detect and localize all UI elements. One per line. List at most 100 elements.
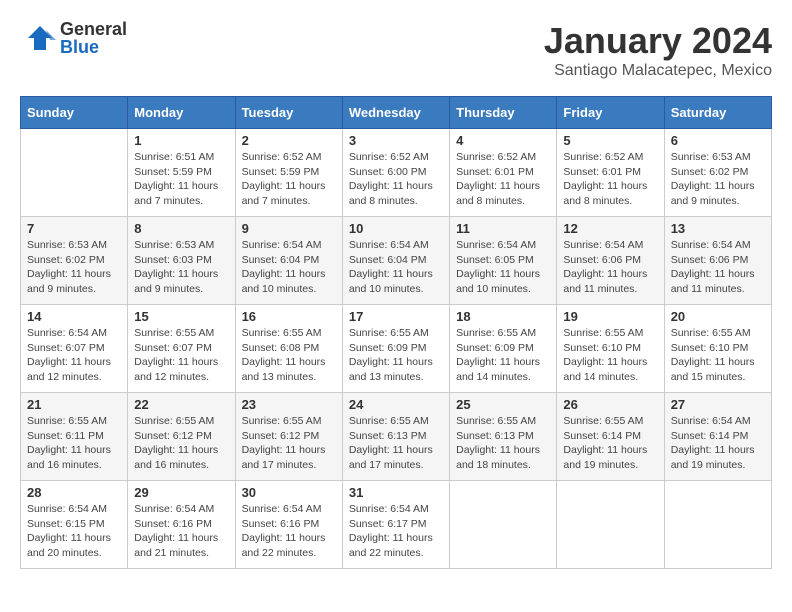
- day-info: Sunrise: 6:55 AM Sunset: 6:08 PM Dayligh…: [242, 326, 336, 385]
- day-number: 6: [671, 133, 765, 148]
- calendar-cell: 25Sunrise: 6:55 AM Sunset: 6:13 PM Dayli…: [450, 393, 557, 481]
- day-info: Sunrise: 6:52 AM Sunset: 5:59 PM Dayligh…: [242, 150, 336, 209]
- day-info: Sunrise: 6:52 AM Sunset: 6:00 PM Dayligh…: [349, 150, 443, 209]
- day-info: Sunrise: 6:55 AM Sunset: 6:07 PM Dayligh…: [134, 326, 228, 385]
- day-info: Sunrise: 6:55 AM Sunset: 6:14 PM Dayligh…: [563, 414, 657, 473]
- day-info: Sunrise: 6:55 AM Sunset: 6:13 PM Dayligh…: [456, 414, 550, 473]
- day-info: Sunrise: 6:54 AM Sunset: 6:14 PM Dayligh…: [671, 414, 765, 473]
- day-info: Sunrise: 6:54 AM Sunset: 6:17 PM Dayligh…: [349, 502, 443, 561]
- calendar-cell: 15 Sunrise: 6:55 AM Sunset: 6:07 PM Dayli…: [128, 305, 235, 393]
- day-number: 30: [242, 485, 336, 500]
- calendar-cell: 7 Sunrise: 6:53 AM Sunset: 6:02 PM Daylig…: [21, 217, 128, 305]
- header-row: SundayMondayTuesdayWednesdayThursdayFrid…: [21, 97, 772, 129]
- day-number: 13: [671, 221, 765, 236]
- day-number: 7: [27, 221, 121, 236]
- header: General Blue January 2024 Santiago Malac…: [20, 20, 772, 80]
- calendar-cell: 11 Sunrise: 6:54 AM Sunset: 6:05 PM Dayli…: [450, 217, 557, 305]
- header-cell-tuesday: Tuesday: [235, 97, 342, 129]
- header-cell-monday: Monday: [128, 97, 235, 129]
- calendar-cell: 31Sunrise: 6:54 AM Sunset: 6:17 PM Dayli…: [342, 481, 449, 569]
- day-number: 10: [349, 221, 443, 236]
- calendar-week-2: 7 Sunrise: 6:53 AM Sunset: 6:02 PM Daylig…: [21, 217, 772, 305]
- day-info: Sunrise: 6:52 AM Sunset: 6:01 PM Dayligh…: [456, 150, 550, 209]
- day-info: Sunrise: 6:54 AM Sunset: 6:16 PM Dayligh…: [242, 502, 336, 561]
- calendar-cell: [557, 481, 664, 569]
- day-number: 28: [27, 485, 121, 500]
- calendar-week-4: 21 Sunrise: 6:55 AM Sunset: 6:11 PM Dayli…: [21, 393, 772, 481]
- day-number: 12: [563, 221, 657, 236]
- calendar-cell: 19Sunrise: 6:55 AM Sunset: 6:10 PM Dayli…: [557, 305, 664, 393]
- day-info: Sunrise: 6:55 AM Sunset: 6:12 PM Dayligh…: [242, 414, 336, 473]
- calendar-cell: 18 Sunrise: 6:55 AM Sunset: 6:09 PM Dayli…: [450, 305, 557, 393]
- day-number: 1: [134, 133, 228, 148]
- title-area: January 2024 Santiago Malacatepec, Mexic…: [544, 20, 772, 80]
- logo-blue-text: Blue: [60, 38, 127, 56]
- day-info: Sunrise: 6:51 AM Sunset: 5:59 PM Dayligh…: [134, 150, 228, 209]
- calendar-cell: 30 Sunrise: 6:54 AM Sunset: 6:16 PM Dayli…: [235, 481, 342, 569]
- day-info: Sunrise: 6:53 AM Sunset: 6:03 PM Dayligh…: [134, 238, 228, 297]
- day-number: 29: [134, 485, 228, 500]
- calendar-week-5: 28Sunrise: 6:54 AM Sunset: 6:15 PM Dayli…: [21, 481, 772, 569]
- day-number: 22: [134, 397, 228, 412]
- header-cell-thursday: Thursday: [450, 97, 557, 129]
- calendar-cell: 14Sunrise: 6:54 AM Sunset: 6:07 PM Dayli…: [21, 305, 128, 393]
- day-info: Sunrise: 6:54 AM Sunset: 6:16 PM Dayligh…: [134, 502, 228, 561]
- calendar-cell: 5 Sunrise: 6:52 AM Sunset: 6:01 PM Daylig…: [557, 129, 664, 217]
- calendar-cell: 27 Sunrise: 6:54 AM Sunset: 6:14 PM Dayli…: [664, 393, 771, 481]
- logo-text: General Blue: [60, 20, 127, 56]
- calendar-cell: 24 Sunrise: 6:55 AM Sunset: 6:13 PM Dayli…: [342, 393, 449, 481]
- day-info: Sunrise: 6:54 AM Sunset: 6:04 PM Dayligh…: [242, 238, 336, 297]
- calendar-cell: 12Sunrise: 6:54 AM Sunset: 6:06 PM Dayli…: [557, 217, 664, 305]
- calendar-cell: 29 Sunrise: 6:54 AM Sunset: 6:16 PM Dayli…: [128, 481, 235, 569]
- day-info: Sunrise: 6:54 AM Sunset: 6:06 PM Dayligh…: [671, 238, 765, 297]
- logo-general-text: General: [60, 20, 127, 38]
- day-info: Sunrise: 6:54 AM Sunset: 6:05 PM Dayligh…: [456, 238, 550, 297]
- calendar-cell: 1 Sunrise: 6:51 AM Sunset: 5:59 PM Daylig…: [128, 129, 235, 217]
- day-info: Sunrise: 6:52 AM Sunset: 6:01 PM Dayligh…: [563, 150, 657, 209]
- calendar-cell: 4Sunrise: 6:52 AM Sunset: 6:01 PM Daylig…: [450, 129, 557, 217]
- day-number: 19: [563, 309, 657, 324]
- day-number: 18: [456, 309, 550, 324]
- calendar-cell: 17 Sunrise: 6:55 AM Sunset: 6:09 PM Dayli…: [342, 305, 449, 393]
- day-number: 8: [134, 221, 228, 236]
- day-number: 17: [349, 309, 443, 324]
- calendar-cell: 2 Sunrise: 6:52 AM Sunset: 5:59 PM Daylig…: [235, 129, 342, 217]
- header-cell-saturday: Saturday: [664, 97, 771, 129]
- calendar-cell: 10 Sunrise: 6:54 AM Sunset: 6:04 PM Dayli…: [342, 217, 449, 305]
- day-info: Sunrise: 6:55 AM Sunset: 6:12 PM Dayligh…: [134, 414, 228, 473]
- day-number: 15: [134, 309, 228, 324]
- day-info: Sunrise: 6:54 AM Sunset: 6:04 PM Dayligh…: [349, 238, 443, 297]
- calendar-cell: [21, 129, 128, 217]
- day-number: 24: [349, 397, 443, 412]
- calendar-cell: 8 Sunrise: 6:53 AM Sunset: 6:03 PM Daylig…: [128, 217, 235, 305]
- day-info: Sunrise: 6:55 AM Sunset: 6:09 PM Dayligh…: [456, 326, 550, 385]
- calendar-cell: 6Sunrise: 6:53 AM Sunset: 6:02 PM Daylig…: [664, 129, 771, 217]
- day-number: 21: [27, 397, 121, 412]
- header-cell-sunday: Sunday: [21, 97, 128, 129]
- day-info: Sunrise: 6:55 AM Sunset: 6:11 PM Dayligh…: [27, 414, 121, 473]
- day-number: 26: [563, 397, 657, 412]
- day-number: 5: [563, 133, 657, 148]
- day-number: 27: [671, 397, 765, 412]
- day-info: Sunrise: 6:55 AM Sunset: 6:09 PM Dayligh…: [349, 326, 443, 385]
- day-info: Sunrise: 6:55 AM Sunset: 6:13 PM Dayligh…: [349, 414, 443, 473]
- day-number: 3: [349, 133, 443, 148]
- calendar-cell: 13 Sunrise: 6:54 AM Sunset: 6:06 PM Dayli…: [664, 217, 771, 305]
- day-info: Sunrise: 6:55 AM Sunset: 6:10 PM Dayligh…: [671, 326, 765, 385]
- calendar-table: SundayMondayTuesdayWednesdayThursdayFrid…: [20, 96, 772, 569]
- day-info: Sunrise: 6:53 AM Sunset: 6:02 PM Dayligh…: [27, 238, 121, 297]
- calendar-cell: [450, 481, 557, 569]
- calendar-week-3: 14Sunrise: 6:54 AM Sunset: 6:07 PM Dayli…: [21, 305, 772, 393]
- calendar-cell: 16Sunrise: 6:55 AM Sunset: 6:08 PM Dayli…: [235, 305, 342, 393]
- logo-icon: [20, 20, 56, 56]
- calendar-cell: 9 Sunrise: 6:54 AM Sunset: 6:04 PM Daylig…: [235, 217, 342, 305]
- day-number: 23: [242, 397, 336, 412]
- calendar-cell: 21 Sunrise: 6:55 AM Sunset: 6:11 PM Dayli…: [21, 393, 128, 481]
- day-number: 9: [242, 221, 336, 236]
- day-number: 11: [456, 221, 550, 236]
- calendar-body: 1 Sunrise: 6:51 AM Sunset: 5:59 PM Daylig…: [21, 129, 772, 569]
- calendar-cell: 3 Sunrise: 6:52 AM Sunset: 6:00 PM Daylig…: [342, 129, 449, 217]
- day-number: 2: [242, 133, 336, 148]
- calendar-cell: 22 Sunrise: 6:55 AM Sunset: 6:12 PM Dayli…: [128, 393, 235, 481]
- logo: General Blue: [20, 20, 127, 56]
